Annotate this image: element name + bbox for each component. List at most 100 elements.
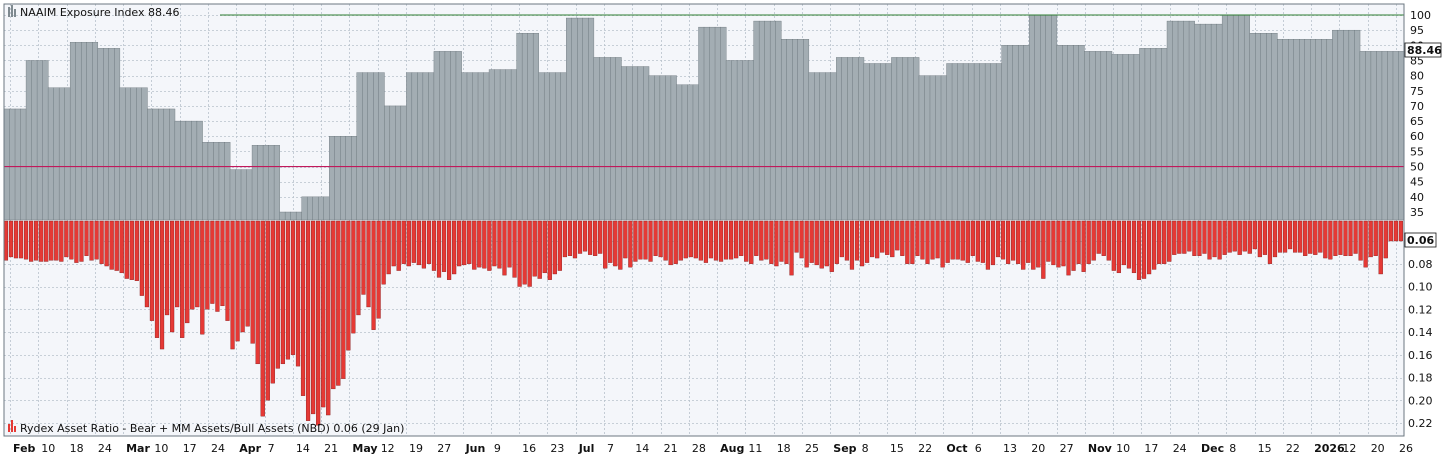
lower-bar: [124, 220, 129, 279]
x-tick-label: 28: [692, 442, 706, 455]
lower-bar: [114, 220, 119, 271]
lower-bar: [1353, 220, 1358, 254]
upper-bar: [758, 20, 765, 221]
upper-bar: [213, 142, 220, 221]
upper-bar: [858, 57, 865, 221]
lower-bar: [718, 220, 724, 262]
upper-bar: [450, 51, 457, 221]
upper-bar: [1249, 33, 1256, 221]
upper-bar: [1133, 54, 1140, 221]
upper-bar: [97, 48, 104, 221]
upper-bar: [279, 211, 286, 221]
upper-bar: [1001, 45, 1008, 221]
upper-bar: [1073, 45, 1080, 221]
upper-bar: [1238, 14, 1245, 221]
lower-bar: [1217, 220, 1222, 260]
lower-bar: [708, 220, 714, 259]
lower-bar: [930, 220, 935, 260]
lower-bar: [512, 220, 517, 278]
upper-y-tick-label: 100: [1410, 9, 1431, 22]
upper-bar: [643, 66, 650, 221]
lower-bar: [341, 220, 346, 379]
lower-bar: [49, 220, 54, 261]
lower-bar: [391, 220, 396, 267]
lower-bar: [1232, 220, 1237, 252]
lower-bar: [431, 220, 437, 271]
upper-bar: [207, 142, 214, 221]
x-tick-label: 7: [268, 442, 275, 455]
lower-bar: [351, 220, 356, 334]
upper-bar: [92, 42, 99, 221]
lower-bar: [1323, 220, 1328, 259]
lower-bar: [648, 220, 653, 262]
upper-bar: [312, 196, 319, 221]
lower-bar: [965, 220, 970, 263]
upper-bar: [1376, 51, 1383, 221]
upper-bar: [1343, 29, 1350, 221]
upper-bar: [323, 196, 330, 221]
lower-bar: [628, 220, 633, 268]
x-tick-label: 24: [211, 442, 225, 455]
lower-bar: [1267, 220, 1273, 264]
upper-bar: [1315, 39, 1322, 221]
lower-last-value-tag: 0.06: [1404, 232, 1437, 248]
upper-bar: [830, 72, 837, 221]
upper-bar: [268, 145, 275, 221]
upper-bar: [428, 72, 435, 221]
upper-bar: [1271, 33, 1278, 221]
lower-bar: [577, 220, 583, 254]
lower-bar: [164, 220, 170, 316]
lower-bar: [311, 220, 316, 415]
upper-bar: [42, 60, 49, 221]
upper-bar: [709, 26, 716, 221]
lower-bar: [280, 220, 285, 365]
lower-bar: [1177, 220, 1182, 254]
upper-bar: [1337, 29, 1344, 221]
lower-bar: [799, 220, 804, 259]
lower-bar: [104, 220, 109, 267]
upper-bar: [990, 63, 997, 221]
lower-bar: [170, 220, 175, 333]
lower-bar: [472, 220, 477, 270]
lower-bar: [185, 220, 190, 324]
upper-bar: [1194, 23, 1201, 221]
upper-bar: [929, 75, 936, 221]
upper-bar: [571, 17, 578, 221]
upper-bar: [229, 169, 236, 221]
x-tick-label: Nov: [1088, 442, 1113, 455]
x-axis: Feb 10 18 24 Mar 10 17 24 Apr 7 14 21 May 12 19 27 Jun 9 1…: [13, 442, 1413, 455]
lower-bar: [1141, 220, 1147, 279]
lower-bar: [769, 220, 774, 264]
lower-bar: [970, 220, 975, 256]
lower-bar: [23, 220, 29, 260]
lower-bar: [920, 220, 925, 260]
upper-legend-icon: [8, 7, 10, 17]
upper-bar: [516, 33, 523, 221]
lower-bar: [552, 220, 557, 275]
lower-bar: [59, 220, 64, 262]
upper-bar: [1288, 39, 1295, 221]
x-tick-label: 12: [381, 442, 395, 455]
upper-bar: [1078, 45, 1085, 221]
upper-bar: [527, 33, 534, 221]
x-tick-label: May: [352, 442, 377, 455]
upper-bar: [1387, 51, 1394, 221]
lower-bar: [1096, 220, 1101, 254]
upper-bar: [240, 169, 247, 221]
x-tick-label: 22: [1286, 442, 1300, 455]
lower-bar: [245, 220, 250, 327]
lower-bar: [1298, 220, 1303, 253]
upper-bar: [1310, 39, 1317, 221]
upper-bar: [174, 120, 181, 221]
lower-bar: [1318, 220, 1323, 253]
upper-bar: [1365, 51, 1372, 221]
lower-bar: [1293, 220, 1298, 253]
lower-bar: [1005, 220, 1011, 264]
upper-bar: [742, 60, 749, 221]
lower-bar: [1172, 220, 1177, 255]
upper-bar: [3, 108, 10, 221]
lower-bar: [819, 220, 824, 269]
lower-bar: [547, 220, 552, 280]
x-tick-label: 27: [437, 442, 451, 455]
lower-bar: [895, 220, 900, 251]
